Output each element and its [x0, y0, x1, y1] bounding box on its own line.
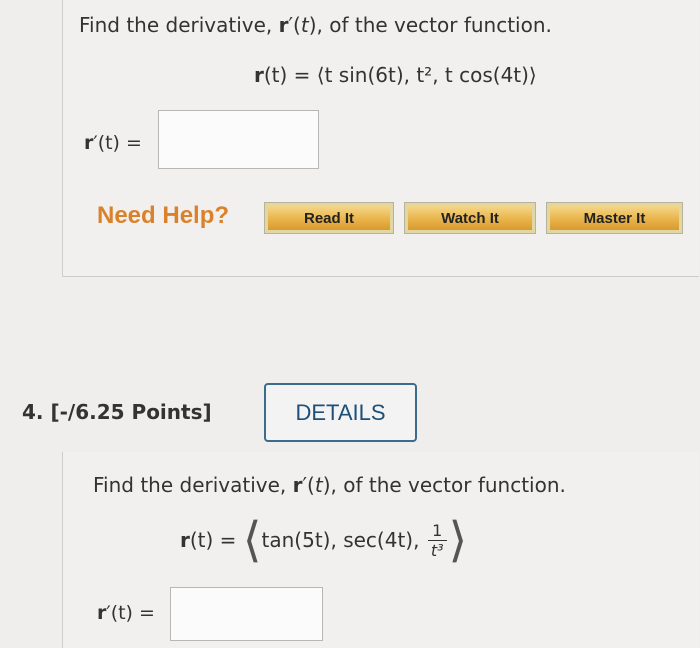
question-3-prompt: Find the derivative, r′(t), of the vecto…: [79, 13, 552, 37]
question-4-formula: r(t) = ⟨tan(5t), sec(4t), 1 t³ ⟩: [180, 512, 467, 568]
prompt-t: t: [300, 13, 309, 37]
fraction-numerator: 1: [427, 521, 447, 541]
master-it-button[interactable]: Master It: [546, 202, 683, 234]
left-angle-bracket-icon: ⟨: [242, 512, 262, 568]
formula-rhs: tan(5t), sec(4t),: [261, 528, 420, 552]
details-button[interactable]: DETAILS: [264, 383, 417, 442]
formula-r: r: [180, 528, 190, 552]
question-3-answer-label: r′(t) =: [84, 132, 142, 154]
fraction-denominator: t³: [430, 540, 444, 560]
formula-lhs: (t) =: [189, 528, 237, 552]
fraction: 1 t³: [427, 521, 447, 560]
prompt-r-bold: r: [278, 13, 289, 37]
question-4-number-points: 4. [-/6.25 Points]: [22, 400, 212, 424]
question-3-answer-input[interactable]: [158, 110, 319, 169]
prompt-text: ′(: [288, 13, 301, 37]
answer-label-text: ′(t) =: [93, 132, 142, 154]
prompt-text: Find the derivative,: [79, 13, 279, 37]
need-help-label: Need Help?: [97, 202, 230, 229]
prompt-text: ′(: [302, 473, 315, 497]
right-angle-bracket-icon: ⟩: [448, 512, 468, 568]
read-it-button[interactable]: Read It: [264, 202, 394, 234]
answer-label-r: r: [84, 132, 94, 154]
prompt-t: t: [314, 473, 323, 497]
question-3-formula: r(t) = ⟨t sin(6t), t², t cos(4t)⟩: [254, 63, 537, 87]
prompt-text: ), of the vector function.: [322, 473, 566, 497]
watch-it-button[interactable]: Watch It: [404, 202, 536, 234]
formula-rhs: ⟨t sin(6t), t², t cos(4t)⟩: [316, 63, 537, 87]
question-4-answer-input[interactable]: [170, 587, 323, 641]
question-4-prompt: Find the derivative, r′(t), of the vecto…: [93, 473, 566, 497]
prompt-r-bold: r: [292, 473, 303, 497]
formula-r: r: [254, 63, 264, 87]
prompt-text: ), of the vector function.: [308, 13, 552, 37]
answer-label-r: r: [97, 602, 107, 624]
answer-label-text: ′(t) =: [106, 602, 155, 624]
question-4-answer-label: r′(t) =: [97, 602, 155, 624]
formula-lhs: (t) =: [263, 63, 317, 87]
prompt-text: Find the derivative,: [93, 473, 293, 497]
